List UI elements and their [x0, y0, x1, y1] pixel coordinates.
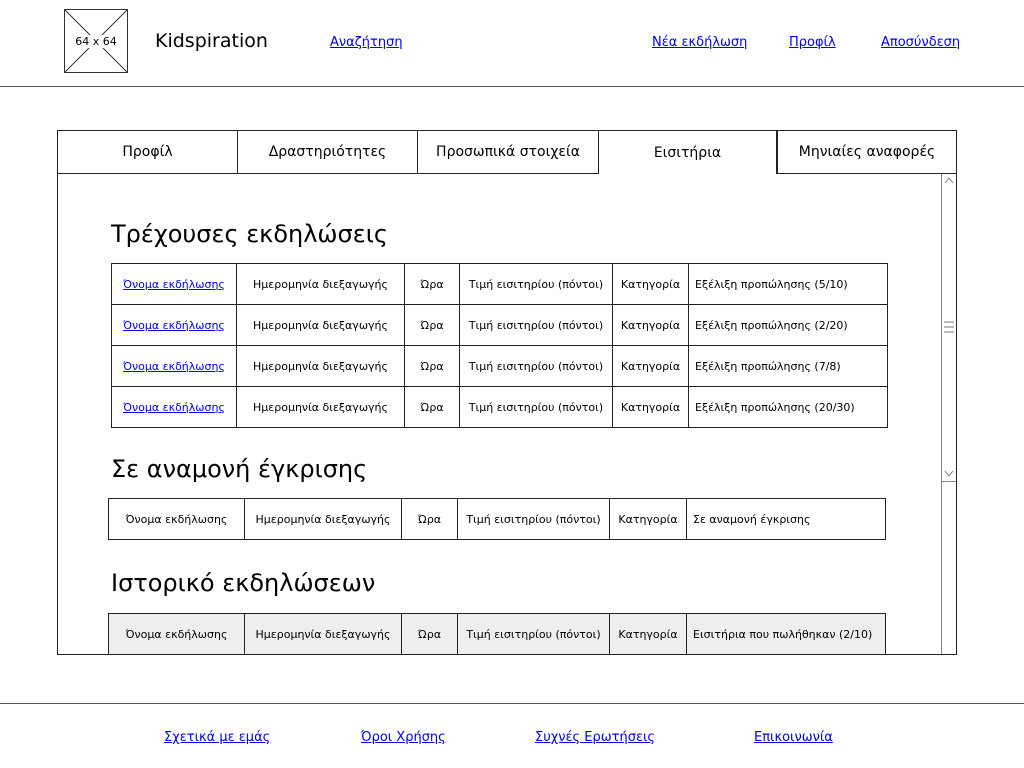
date-cell: Ημερομηνία διεξαγωγής [236, 386, 405, 428]
tab-label: Εισιτήρια [653, 144, 722, 161]
table-row: Όνομα εκδήλωσης Ημερομηνία διεξαγωγής Ώρ… [111, 263, 888, 305]
time-cell: Ώρα [401, 613, 458, 654]
footer-faq-link[interactable]: Συχνές Ερωτήσεις [535, 730, 655, 745]
event-name-link[interactable]: Όνομα εκδήλωσης [123, 319, 225, 332]
event-name-link[interactable]: Όνομα εκδήλωσης [123, 360, 225, 373]
footer-contact-link[interactable]: Επικοινωνία [754, 730, 833, 745]
event-history-title: Ιστορικό εκδηλώσεων [111, 569, 376, 597]
price-cell: Τιμή εισιτηρίου (πόντοι) [459, 345, 613, 387]
table-row: Όνομα εκδήλωσης Ημερομηνία διεξαγωγής Ώρ… [108, 613, 886, 654]
footer-about-link[interactable]: Σχετικά με εμάς [164, 730, 270, 745]
price-cell: Τιμή εισιτηρίου (πόντοι) [459, 386, 613, 428]
scroll-grip-icon [944, 321, 954, 333]
tab-label: Προφίλ [122, 144, 173, 160]
presale-status-cell: Εξέλιξη προπώλησης (5/10) [688, 263, 888, 305]
current-events-title: Τρέχουσες εκδηλώσεις [111, 220, 388, 248]
date-cell: Ημερομηνία διεξαγωγής [236, 304, 405, 346]
scroll-down-icon[interactable] [944, 470, 954, 478]
nav-profile-link[interactable]: Προφίλ [789, 35, 836, 50]
footer-terms-link[interactable]: Όροι Χρήσης [361, 730, 446, 745]
category-cell: Κατηγορία [612, 304, 689, 346]
category-cell: Κατηγορία [612, 345, 689, 387]
event-name-cell[interactable]: Όνομα εκδήλωσης [111, 304, 237, 346]
tab-label: Προσωπικά στοιχεία [436, 144, 580, 160]
presale-status-cell: Εξέλιξη προπώλησης (20/30) [688, 386, 888, 428]
event-name-cell[interactable]: Όνομα εκδήλωσης [111, 345, 237, 387]
date-cell: Ημερομηνία διεξαγωγής [244, 613, 402, 654]
tab-activities[interactable]: Δραστηριότητες [238, 131, 418, 174]
event-name-cell: Όνομα εκδήλωσης [108, 613, 245, 654]
date-cell: Ημερομηνία διεξαγωγής [236, 345, 405, 387]
time-cell: Ώρα [401, 498, 458, 540]
tab-label: Δραστηριότητες [268, 144, 387, 160]
presale-status-cell: Εξέλιξη προπώλησης (7/8) [688, 345, 888, 387]
table-row: Όνομα εκδήλωσης Ημερομηνία διεξαγωγής Ώρ… [111, 304, 888, 346]
tab-bar: Προφίλ Δραστηριότητες Προσωπικά στοιχεία… [58, 131, 956, 174]
table-row: Όνομα εκδήλωσης Ημερομηνία διεξαγωγής Ώρ… [108, 498, 886, 540]
event-name-cell: Όνομα εκδήλωσης [108, 498, 245, 540]
date-cell: Ημερομηνία διεξαγωγής [244, 498, 402, 540]
event-name-link[interactable]: Όνομα εκδήλωσης [123, 401, 225, 414]
header-divider [0, 86, 1024, 87]
date-cell: Ημερομηνία διεξαγωγής [236, 263, 405, 305]
price-cell: Τιμή εισιτηρίου (πόντοι) [457, 613, 610, 654]
tickets-sold-cell: Εισιτήρια που πωλήθηκαν (2/10) [686, 613, 886, 654]
brand-name: Kidspiration [155, 30, 268, 52]
category-cell: Κατηγορία [612, 263, 689, 305]
event-name-cell[interactable]: Όνομα εκδήλωσης [111, 263, 237, 305]
category-cell: Κατηγορία [609, 498, 687, 540]
tickets-panel: Προφίλ Δραστηριότητες Προσωπικά στοιχεία… [57, 130, 957, 655]
presale-status-cell: Εξέλιξη προπώλησης (2/20) [688, 304, 888, 346]
footer-divider [0, 703, 1024, 704]
time-cell: Ώρα [404, 263, 460, 305]
tab-monthly-reports[interactable]: Μηνιαίες αναφορές [777, 131, 956, 174]
nav-search-link[interactable]: Αναζήτηση [330, 35, 403, 50]
vertical-scrollbar[interactable] [941, 174, 956, 654]
tab-tickets[interactable]: Εισιτήρια [599, 131, 777, 174]
event-name-link[interactable]: Όνομα εκδήλωσης [123, 278, 225, 291]
history-events-table: Όνομα εκδήλωσης Ημερομηνία διεξαγωγής Ώρ… [108, 613, 886, 654]
price-cell: Τιμή εισιτηρίου (πόντοι) [459, 304, 613, 346]
current-events-table: Όνομα εκδήλωσης Ημερομηνία διεξαγωγής Ώρ… [111, 263, 888, 428]
category-cell: Κατηγορία [612, 386, 689, 428]
tab-label: Μηνιαίες αναφορές [798, 144, 936, 160]
table-row: Όνομα εκδήλωσης Ημερομηνία διεξαγωγής Ώρ… [111, 386, 888, 428]
scroll-up-icon[interactable] [944, 176, 954, 184]
logo-label: 64 x 64 [74, 34, 118, 48]
nav-new-event-link[interactable]: Νέα εκδήλωση [652, 35, 747, 50]
tab-personal-info[interactable]: Προσωπικά στοιχεία [418, 131, 599, 174]
pending-approval-title: Σε αναμονή έγκρισης [111, 455, 368, 483]
logo-placeholder: 64 x 64 [64, 9, 128, 73]
time-cell: Ώρα [404, 304, 460, 346]
approval-status-cell: Σε αναμονή έγκρισης [686, 498, 886, 540]
price-cell: Τιμή εισιτηρίου (πόντοι) [457, 498, 610, 540]
pending-events-table: Όνομα εκδήλωσης Ημερομηνία διεξαγωγής Ώρ… [108, 498, 886, 540]
event-name-cell[interactable]: Όνομα εκδήλωσης [111, 386, 237, 428]
scrollbar-thumb[interactable] [942, 174, 956, 482]
time-cell: Ώρα [404, 386, 460, 428]
price-cell: Τιμή εισιτηρίου (πόντοι) [459, 263, 613, 305]
nav-logout-link[interactable]: Αποσύνδεση [881, 35, 960, 50]
category-cell: Κατηγορία [609, 613, 687, 654]
table-row: Όνομα εκδήλωσης Ημερομηνία διεξαγωγής Ώρ… [111, 345, 888, 387]
tab-profile[interactable]: Προφίλ [58, 131, 238, 174]
time-cell: Ώρα [404, 345, 460, 387]
